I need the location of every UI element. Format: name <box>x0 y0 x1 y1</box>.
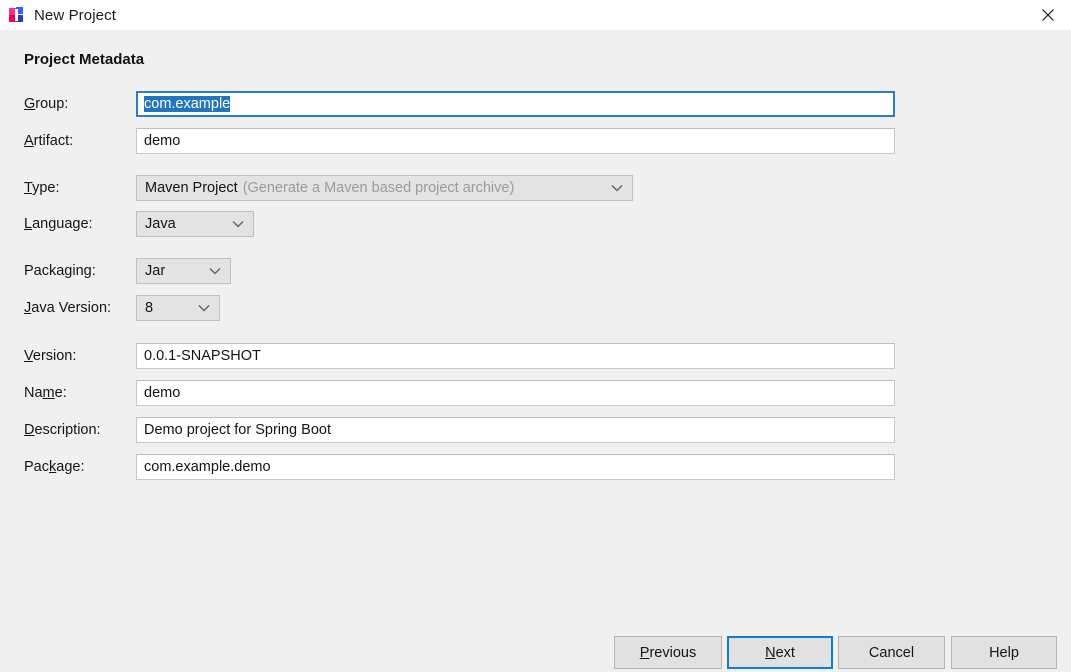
label-type: Type: <box>24 180 60 196</box>
name-input[interactable]: demo <box>136 380 895 406</box>
label-version: Version: <box>24 348 77 364</box>
artifact-input[interactable]: demo <box>136 128 895 154</box>
previous-button[interactable]: Previous <box>614 636 722 669</box>
window-title: New Project <box>34 6 116 24</box>
cancel-button[interactable]: Cancel <box>838 636 945 669</box>
type-hint: (Generate a Maven based project archive) <box>242 180 515 196</box>
description-input[interactable]: Demo project for Spring Boot <box>136 417 895 443</box>
chevron-down-icon <box>209 259 221 283</box>
language-select[interactable]: Java <box>136 211 254 237</box>
next-button[interactable]: Next <box>727 636 833 669</box>
packaging-select[interactable]: Jar <box>136 258 231 284</box>
dialog-button-bar: Previous Next Cancel Help <box>0 636 1071 672</box>
chevron-down-icon <box>198 296 210 320</box>
type-value: Maven Project <box>145 180 238 196</box>
help-button[interactable]: Help <box>951 636 1057 669</box>
page-title: Project Metadata <box>24 51 145 68</box>
language-value: Java <box>145 216 176 232</box>
package-input[interactable]: com.example.demo <box>136 454 895 480</box>
group-input[interactable]: com.example <box>136 91 895 117</box>
label-description: Description: <box>24 422 101 438</box>
label-package: Package: <box>24 459 85 475</box>
label-java-version: Java Version: <box>24 300 112 316</box>
label-name: Name: <box>24 385 67 401</box>
label-packaging: Packaging: <box>24 263 96 279</box>
label-group: Group: <box>24 96 69 112</box>
java-version-value: 8 <box>145 300 154 316</box>
intellij-logo-icon <box>9 7 25 23</box>
label-artifact: Artifact: <box>24 133 74 149</box>
label-language: Language: <box>24 216 93 232</box>
type-select[interactable]: Maven Project (Generate a Maven based pr… <box>136 175 633 201</box>
version-input[interactable]: 0.0.1-SNAPSHOT <box>136 343 895 369</box>
chevron-down-icon <box>232 212 244 236</box>
chevron-down-icon <box>611 176 623 200</box>
java-version-select[interactable]: 8 <box>136 295 220 321</box>
close-icon[interactable] <box>1025 0 1071 30</box>
window-titlebar: New Project <box>0 0 1071 30</box>
packaging-value: Jar <box>145 263 166 279</box>
